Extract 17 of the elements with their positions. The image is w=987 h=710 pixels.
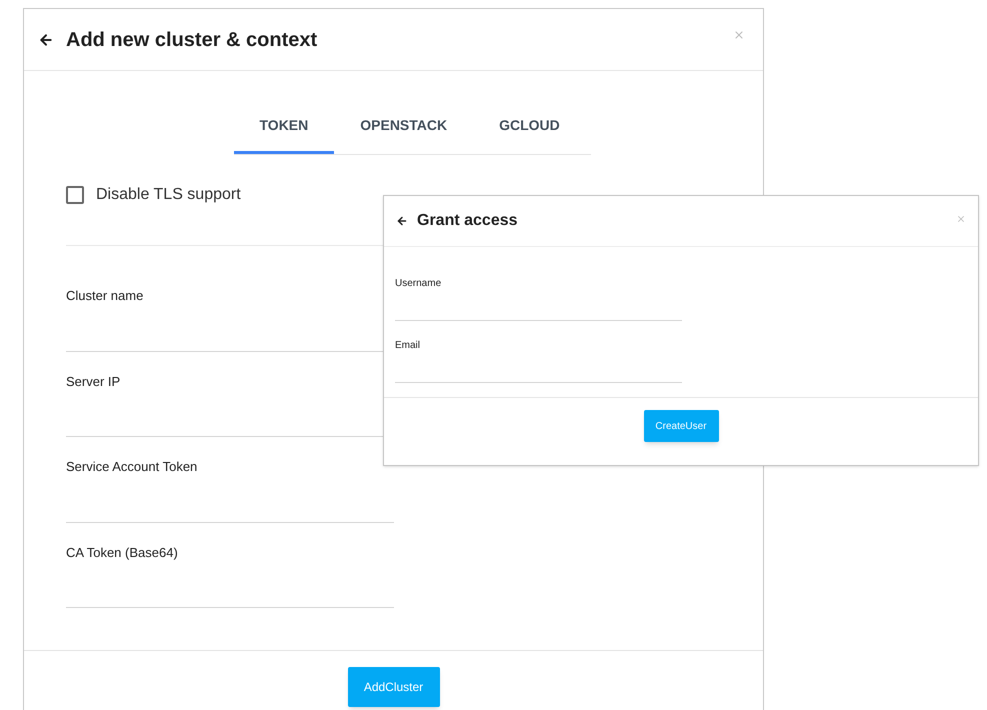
tab[interactable]: TOKEN (234, 99, 334, 154)
field-label: Cluster name (66, 287, 144, 305)
tab[interactable]: OPENSTACK (334, 99, 474, 154)
close-icon[interactable] (733, 29, 745, 41)
dialog-title: Add new cluster & context (66, 28, 318, 52)
checkbox-label: Disable TLS support (96, 185, 241, 205)
close-icon[interactable] (956, 214, 966, 224)
dialog-title: Grant access (417, 211, 518, 231)
back-icon[interactable] (38, 32, 54, 48)
field-label: Username (395, 277, 442, 291)
checkbox[interactable] (66, 186, 84, 204)
field-label: Server IP (66, 372, 122, 390)
field-label: Email (395, 339, 422, 353)
field-label: CA Token (Base64) (66, 544, 179, 562)
tab[interactable]: GCLOUD (473, 99, 586, 154)
field-label: Service Account Token (66, 458, 198, 476)
back-icon[interactable] (396, 215, 408, 227)
